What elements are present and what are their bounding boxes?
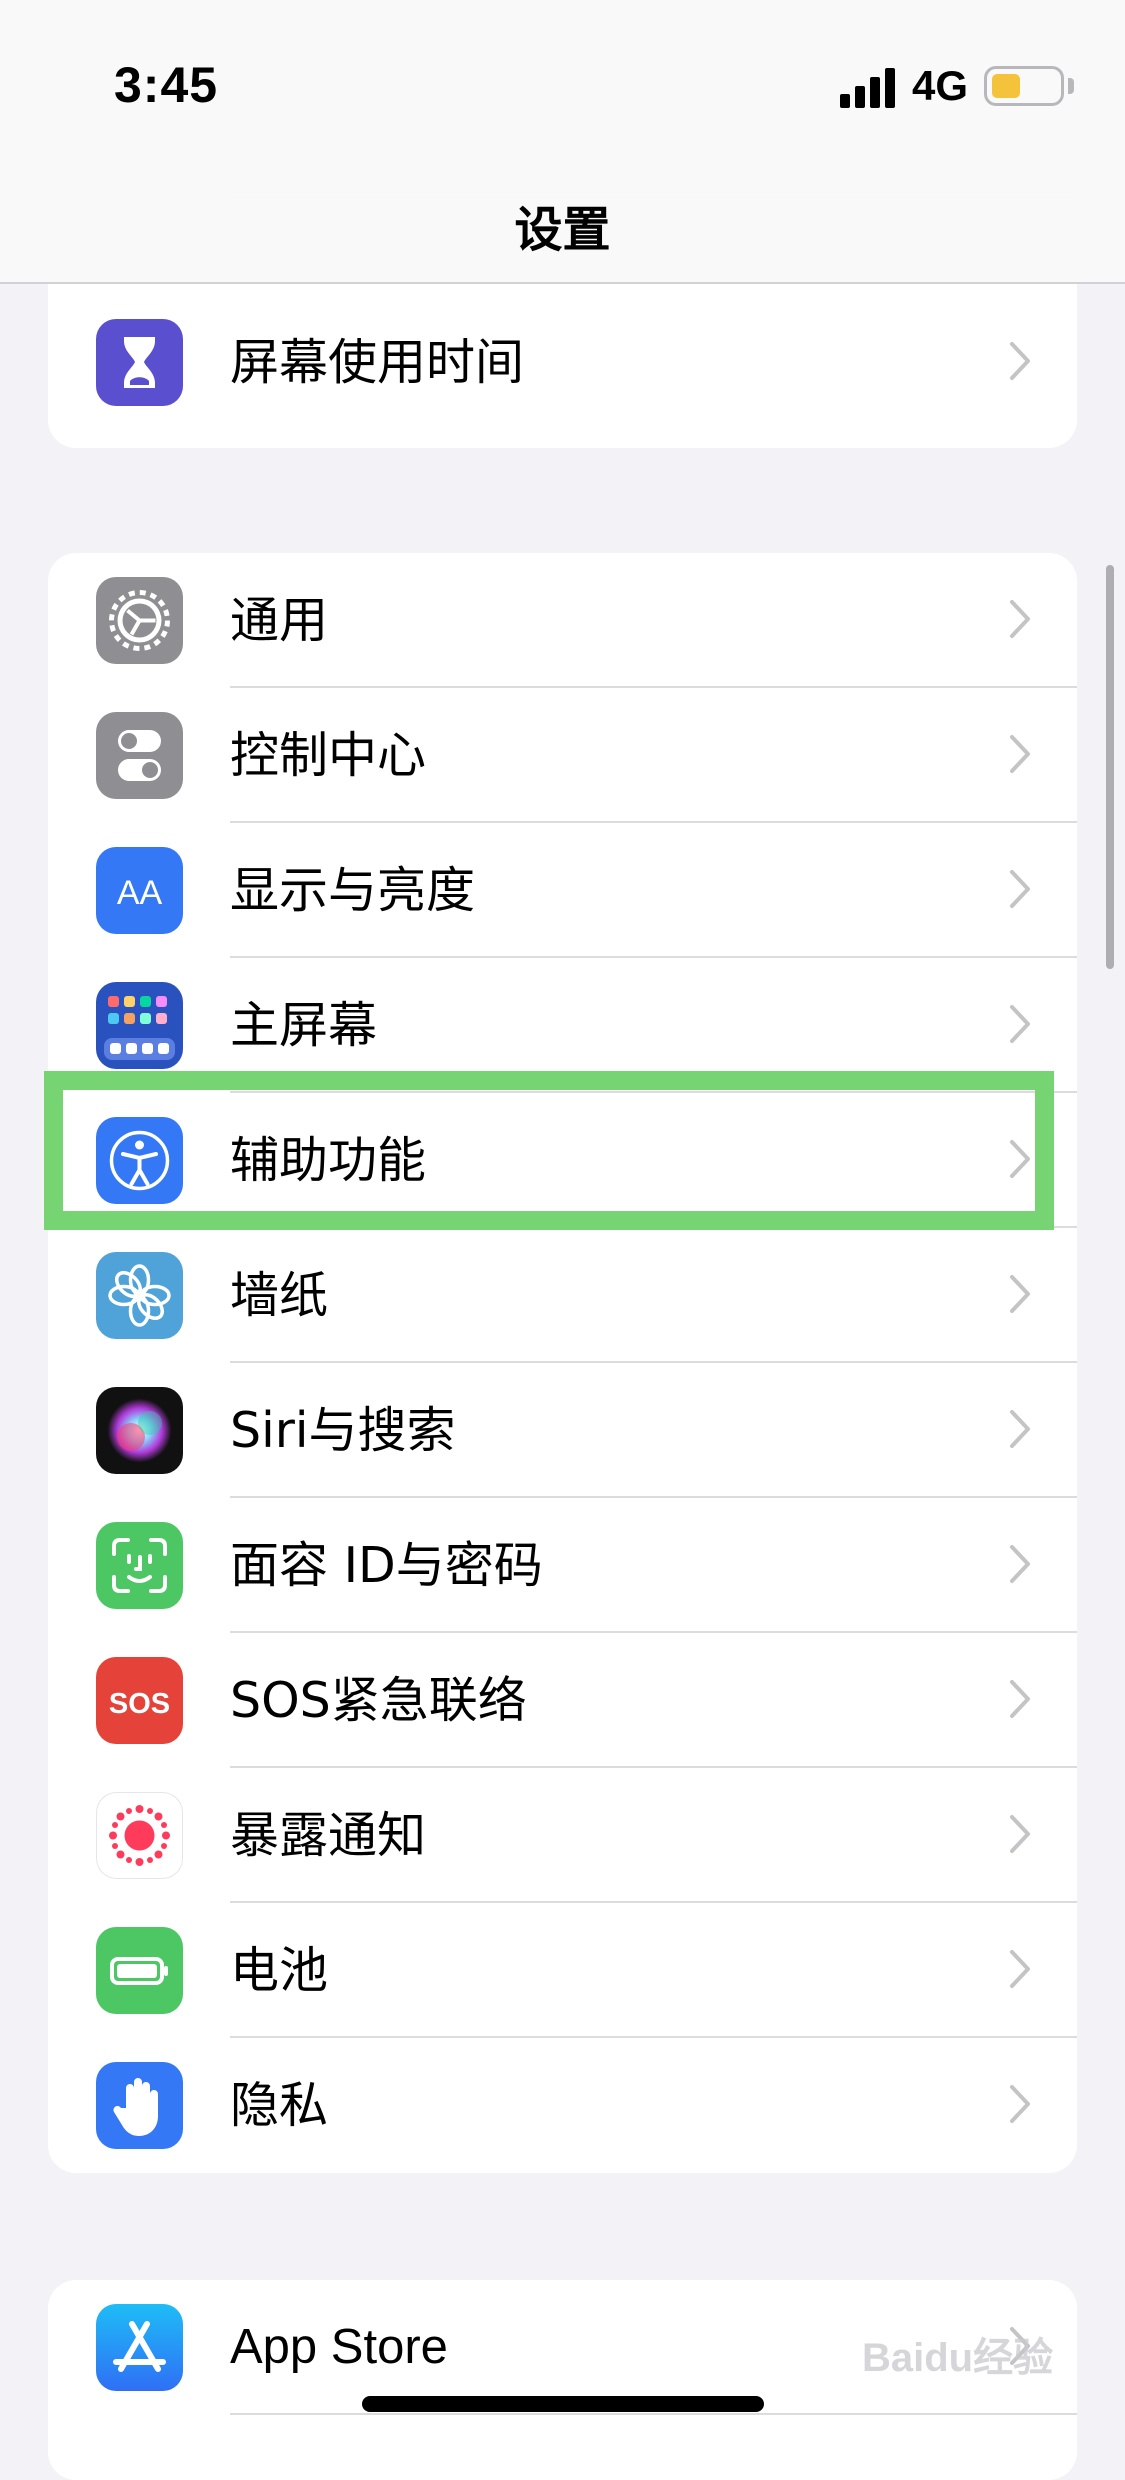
chevron-right-icon [1010, 342, 1030, 380]
settings-row-label: App Store [230, 2320, 448, 2374]
settings-row-label: 主屏幕 [230, 997, 378, 1054]
settings-row-label: 显示与亮度 [230, 862, 476, 919]
row-separator [230, 2413, 1077, 2415]
chevron-right-icon [1010, 2085, 1030, 2123]
chevron-right-icon [1010, 600, 1030, 638]
battery-icon [984, 66, 1064, 106]
settings-row[interactable]: AA 显示与亮度 [48, 823, 1077, 958]
settings-group-general: 通用控制中心 AA 显示与亮度主屏幕辅助功能墙纸 Siri与搜索面容 ID与密码 SOS… [48, 553, 1077, 2173]
accessibility-icon [96, 1117, 183, 1204]
settings-row[interactable]: SOS SOS紧急联络 [48, 1633, 1077, 1768]
navigation-bar: 设置 [0, 170, 1125, 284]
settings-row[interactable]: 隐私 [48, 2038, 1077, 2173]
exposure-icon [96, 1792, 183, 1879]
home-indicator[interactable] [362, 2396, 764, 2412]
chevron-right-icon [1010, 1680, 1030, 1718]
sos-icon: SOS [96, 1657, 183, 1744]
chevron-right-icon [1010, 1410, 1030, 1448]
settings-row-label: 电池 [230, 1942, 329, 1999]
settings-row-label: 面容 ID与密码 [230, 1537, 543, 1594]
settings-row[interactable]: 主屏幕 [48, 958, 1077, 1093]
chevron-right-icon [1010, 735, 1030, 773]
face-id-icon [96, 1522, 183, 1609]
text-size-icon: AA [96, 847, 183, 934]
settings-row-label: 屏幕使用时间 [230, 334, 525, 391]
status-time: 3:45 [114, 57, 219, 113]
settings-row-label: SOS紧急联络 [230, 1672, 527, 1729]
settings-row[interactable]: 暴露通知 [48, 1768, 1077, 1903]
page-title: 设置 [514, 202, 611, 258]
battery-icon [96, 1927, 183, 2014]
status-bar: 3:45 4G [0, 0, 1125, 180]
settings-row[interactable]: 控制中心 [48, 688, 1077, 823]
settings-row-label: 墙纸 [230, 1267, 329, 1324]
chevron-right-icon [1010, 1275, 1030, 1313]
scroll-indicator[interactable] [1106, 565, 1114, 969]
chevron-right-icon [1010, 1950, 1030, 1988]
battery-level [992, 74, 1020, 98]
siri-icon [96, 1387, 183, 1474]
settings-row[interactable]: 面容 ID与密码 [48, 1498, 1077, 1633]
gear-icon [96, 577, 183, 664]
settings-row-label: 暴露通知 [230, 1807, 427, 1864]
settings-row[interactable]: 电池 [48, 1903, 1077, 2038]
settings-row[interactable]: 通用 [48, 553, 1077, 688]
settings-row-screen-time[interactable]: 屏幕使用时间 [48, 295, 1077, 430]
settings-row-label: Siri与搜索 [230, 1402, 456, 1459]
settings-row-label: 辅助功能 [230, 1132, 427, 1189]
chevron-right-icon [1010, 1140, 1030, 1178]
cellular-signal-icon [840, 64, 898, 108]
settings-row-label: 通用 [230, 592, 329, 649]
flower-icon [96, 1252, 183, 1339]
toggles-icon [96, 712, 183, 799]
chevron-right-icon [1010, 1815, 1030, 1853]
svg-text:SOS: SOS [109, 1688, 170, 1720]
battery-tip [1068, 78, 1074, 94]
settings-row-label: 隐私 [230, 2077, 329, 2134]
network-type: 4G [912, 62, 969, 109]
settings-row[interactable]: Siri与搜索 [48, 1363, 1077, 1498]
svg-text:AA: AA [117, 874, 163, 912]
chevron-right-icon [1010, 1005, 1030, 1043]
hourglass-icon [96, 319, 183, 406]
settings-row[interactable]: 辅助功能 [48, 1093, 1077, 1228]
hand-icon [96, 2062, 183, 2149]
settings-row[interactable]: 墙纸 [48, 1228, 1077, 1363]
settings-row-label: 控制中心 [230, 727, 427, 784]
chevron-right-icon [1010, 1545, 1030, 1583]
chevron-right-icon [1010, 870, 1030, 908]
app-store-icon [96, 2304, 183, 2391]
home-grid-icon [96, 982, 183, 1069]
watermark: Baidu经验 [862, 2336, 1054, 2380]
